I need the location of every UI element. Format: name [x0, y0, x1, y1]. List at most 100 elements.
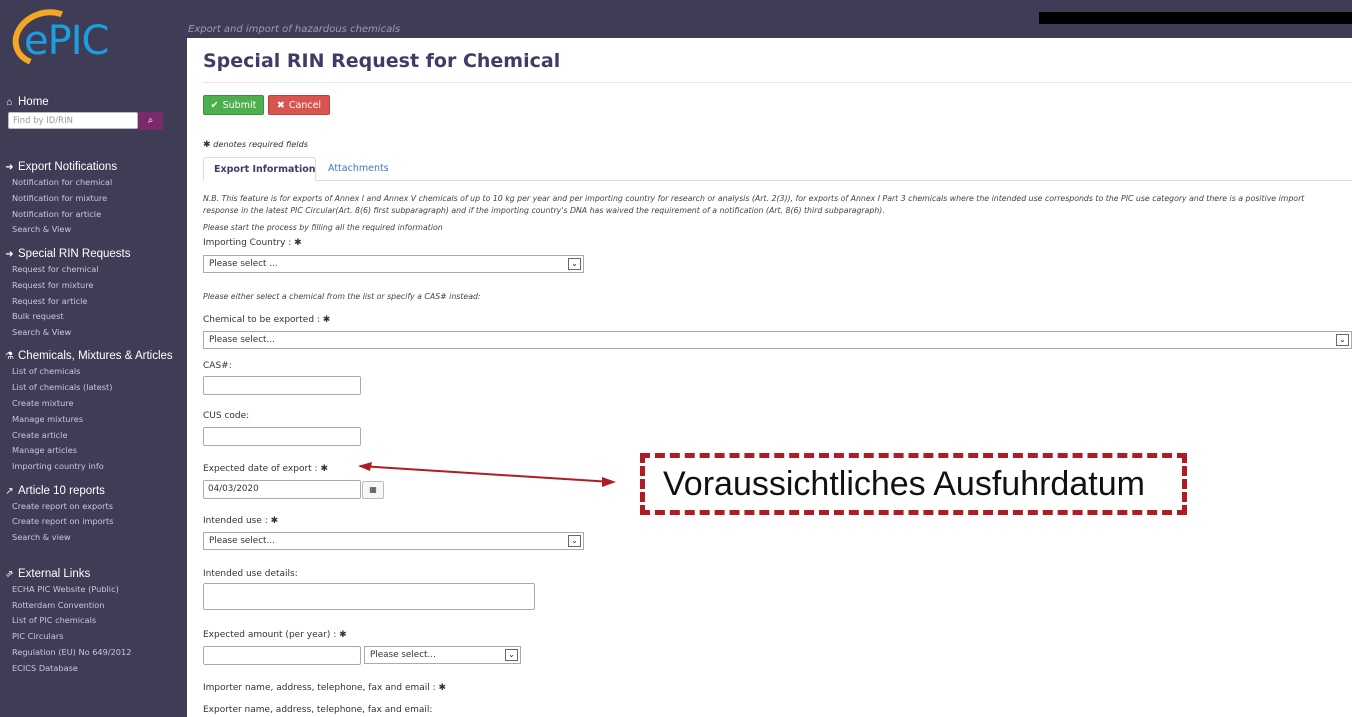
sidebar-item[interactable]: List of chemicals [12, 366, 80, 376]
chevron-down-icon: ⌄ [505, 649, 518, 661]
amount-unit-select[interactable]: Please select... ⌄ [364, 646, 521, 664]
select-value: Please select ... [209, 259, 278, 269]
required-asterisk-icon: ✱ [322, 315, 331, 325]
label-text: Intended use : [203, 516, 268, 526]
chevron-down-icon: ⌄ [568, 535, 581, 547]
required-asterisk-icon: ✱ [294, 238, 302, 248]
epic-logo[interactable]: ePIC [4, 0, 136, 76]
sidebar-item[interactable]: Regulation (EU) No 649/2012 [12, 647, 131, 657]
flask-icon: ⚗ [5, 350, 14, 362]
sidebar-section-chemicals[interactable]: ⚗ Chemicals, Mixtures & Articles [5, 350, 173, 362]
close-icon: ✖ [276, 99, 285, 111]
app-tagline: Export and import of hazardous chemicals [188, 24, 401, 35]
section-title: Article 10 reports [18, 485, 105, 497]
importing-country-select[interactable]: Please select ... ⌄ [203, 255, 584, 273]
check-icon: ✔ [210, 99, 219, 111]
sidebar-item[interactable]: Request for article [12, 296, 87, 306]
chemical-label: Chemical to be exported : ✱ [203, 315, 330, 325]
sidebar-item[interactable]: Search & View [12, 327, 71, 337]
sidebar-item[interactable]: List of PIC chemicals [12, 615, 96, 625]
tab-divider [203, 180, 1352, 181]
sidebar-item[interactable]: Importing country info [12, 461, 104, 471]
sidebar-item[interactable]: Manage articles [12, 445, 77, 455]
line-chart-icon: ↗ [5, 485, 14, 497]
intended-use-details-textarea[interactable] [203, 583, 535, 610]
sidebar-item[interactable]: Manage mixtures [12, 414, 83, 424]
arrow-circle-right-icon: ➜ [5, 161, 14, 173]
intended-use-details-label: Intended use details: [203, 569, 298, 579]
sidebar-item[interactable]: Bulk request [12, 311, 64, 321]
sidebar-item[interactable]: Create article [12, 430, 68, 440]
label-text: Expected date of export : [203, 464, 318, 474]
annotation-arrow [358, 462, 616, 487]
sidebar-item[interactable]: Notification for mixture [12, 193, 107, 203]
chevron-down-icon: ⌄ [568, 258, 581, 270]
section-title: Special RIN Requests [18, 248, 131, 260]
sidebar-section-external-links[interactable]: ⇗ External Links [5, 568, 90, 580]
sidebar-item[interactable]: ECICS Database [12, 663, 78, 673]
sidebar-item[interactable]: Rotterdam Convention [12, 600, 104, 610]
search-icon: ⌕ [147, 115, 154, 126]
required-asterisk-icon: ✱ [438, 683, 447, 693]
redacted-area [1039, 12, 1352, 24]
sidebar-item[interactable]: Notification for article [12, 209, 101, 219]
importing-country-label: Importing Country : ✱ [203, 238, 302, 248]
tab-export-information[interactable]: Export Information [203, 157, 316, 181]
export-date-label: Expected date of export : ✱ [203, 464, 328, 474]
find-by-id-input[interactable]: Find by ID/RIN [8, 112, 138, 129]
tab-attachments[interactable]: Attachments [318, 157, 399, 181]
required-asterisk-icon: ✱ [270, 516, 279, 526]
find-search-button[interactable]: ⌕ [138, 112, 163, 130]
arrow-circle-right-icon: ➜ [5, 248, 14, 260]
label-text: Importing Country : [203, 238, 292, 248]
chemical-select[interactable]: Please select... ⌄ [203, 331, 1352, 349]
sidebar-section-article-10[interactable]: ↗ Article 10 reports [5, 485, 105, 497]
sidebar-item[interactable]: Request for mixture [12, 280, 93, 290]
required-asterisk-icon: ✱ [339, 630, 347, 640]
required-note: ✱ denotes required fields [203, 139, 308, 150]
sidebar-item[interactable]: Request for chemical [12, 264, 99, 274]
logo-text: ePIC [24, 18, 109, 64]
external-link-icon: ⇗ [5, 568, 14, 580]
sidebar-item[interactable]: List of chemicals (latest) [12, 382, 112, 392]
either-note: Please either select a chemical from the… [203, 292, 481, 301]
required-asterisk-icon: ✱ [320, 464, 329, 474]
sidebar-home[interactable]: ⌂ Home [5, 96, 49, 108]
select-value: Please select... [209, 335, 275, 345]
sidebar-item[interactable]: Create mixture [12, 398, 74, 408]
sidebar-section-special-rin[interactable]: ➜ Special RIN Requests [5, 248, 131, 260]
submit-label: Submit [222, 99, 257, 111]
select-value: Please select... [209, 536, 275, 546]
home-label: Home [18, 96, 49, 108]
cas-input[interactable] [203, 376, 361, 395]
label-text: Expected amount (per year) : [203, 630, 337, 640]
section-title: External Links [18, 568, 91, 580]
submit-button[interactable]: ✔ Submit [203, 95, 264, 115]
cas-label: CAS#: [203, 361, 232, 371]
sidebar-item[interactable]: Search & view [12, 532, 71, 542]
nb-note-line2: response in the latest PIC Circular(Art.… [203, 206, 885, 215]
exporter-label: Exporter name, address, telephone, fax a… [203, 705, 433, 715]
sidebar-section-export-notifications[interactable]: ➜ Export Notifications [5, 161, 117, 173]
main-content [187, 38, 1352, 717]
cus-input[interactable] [203, 427, 361, 446]
required-note-text: denotes required fields [213, 139, 309, 149]
sidebar-item[interactable]: Search & View [12, 224, 71, 234]
chevron-down-icon: ⌄ [1336, 334, 1349, 346]
sidebar-item[interactable]: ECHA PIC Website (Public) [12, 584, 119, 594]
nb-note-line1: N.B. This feature is for exports of Anne… [203, 194, 1305, 203]
sidebar-item[interactable]: PIC Circulars [12, 631, 63, 641]
amount-label: Expected amount (per year) : ✱ [203, 630, 347, 640]
section-title: Export Notifications [18, 161, 118, 173]
sidebar-item[interactable]: Create report on imports [12, 516, 114, 526]
intended-use-label: Intended use : ✱ [203, 516, 278, 526]
sidebar-item[interactable]: Notification for chemical [12, 177, 112, 187]
intended-use-select[interactable]: Please select... ⌄ [203, 532, 584, 550]
amount-input[interactable] [203, 646, 361, 665]
cancel-button[interactable]: ✖ Cancel [268, 95, 330, 115]
export-date-input[interactable]: 04/03/2020 [203, 480, 361, 499]
sidebar-item[interactable]: Create report on exports [12, 501, 113, 511]
annotation-text: Voraussichtliches Ausfuhrdatum [663, 465, 1145, 503]
cus-label: CUS code: [203, 411, 250, 421]
start-note: Please start the process by filling all … [203, 223, 443, 232]
